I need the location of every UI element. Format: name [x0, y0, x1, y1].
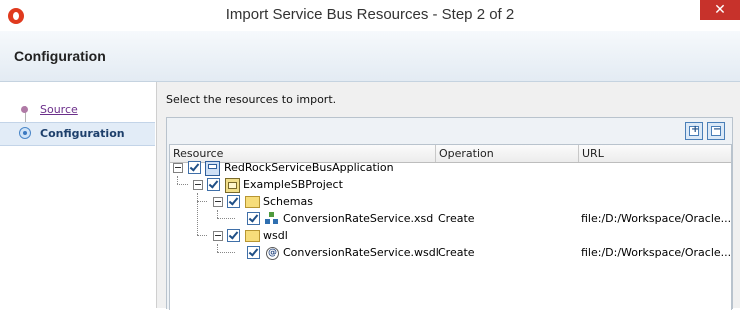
nav-item-source-label[interactable]: Source — [40, 103, 78, 116]
operation-value: Create — [438, 212, 475, 225]
wizard-nav: Source Configuration — [0, 82, 157, 308]
include-checkbox[interactable] — [247, 212, 260, 225]
collapse-node-icon[interactable] — [173, 163, 183, 173]
table-row[interactable]: RedRockServiceBusApplication — [170, 159, 731, 176]
table-row[interactable]: ExampleSBProject — [170, 176, 731, 193]
table-row[interactable]: @ ConversionRateService.wsdl Create file… — [170, 244, 731, 261]
expand-all-icon: + — [691, 124, 700, 135]
collapse-node-icon[interactable] — [213, 197, 223, 207]
operation-value: Create — [438, 246, 475, 259]
resource-name: RedRockServiceBusApplication — [224, 161, 394, 174]
resource-name: ConversionRateService.xsd — [283, 212, 434, 225]
title-bar: Import Service Bus Resources - Step 2 of… — [0, 0, 740, 32]
include-checkbox[interactable] — [247, 246, 260, 259]
resource-name: Schemas — [263, 195, 313, 208]
include-checkbox[interactable] — [227, 229, 240, 242]
project-icon — [225, 178, 240, 193]
url-value: file:/D:/Workspace/Oracle... — [581, 212, 732, 225]
wsdl-icon: @ — [266, 247, 279, 260]
include-checkbox[interactable] — [188, 161, 201, 174]
page-title: Configuration — [14, 48, 106, 64]
collapse-all-button[interactable]: − — [707, 122, 725, 140]
include-checkbox[interactable] — [207, 178, 220, 191]
resource-name: ExampleSBProject — [243, 178, 343, 191]
instructions-text: Select the resources to import. — [166, 93, 337, 106]
table-row[interactable]: wsdl — [170, 227, 731, 244]
collapse-all-icon: − — [713, 124, 722, 135]
table-row[interactable]: Schemas — [170, 193, 731, 210]
collapse-node-icon[interactable] — [213, 231, 223, 241]
page-header: Configuration — [0, 31, 740, 82]
close-button[interactable]: ✕ — [700, 0, 740, 20]
include-checkbox[interactable] — [227, 195, 240, 208]
step-visited-icon — [21, 106, 28, 113]
resource-name: wsdl — [263, 229, 288, 242]
table-row[interactable]: ConversionRateService.xsd Create file:/D… — [170, 210, 731, 227]
expand-all-button[interactable]: + — [685, 122, 703, 140]
application-icon — [205, 161, 220, 176]
collapse-node-icon[interactable] — [193, 180, 203, 190]
url-value: file:/D:/Workspace/Oracle... — [581, 246, 732, 259]
step-current-icon — [19, 127, 31, 139]
nav-item-source[interactable]: Source — [0, 99, 155, 121]
resource-name: ConversionRateService.wsdl — [283, 246, 439, 259]
folder-icon — [245, 230, 260, 242]
resource-panel: + − Resource Operation URL RedRockServic… — [166, 117, 733, 310]
folder-icon — [245, 196, 260, 208]
window-title: Import Service Bus Resources - Step 2 of… — [225, 6, 515, 23]
main-content: Select the resources to import. + − Reso… — [157, 82, 740, 310]
xsd-schema-icon — [265, 212, 278, 225]
nav-item-configuration[interactable]: Configuration — [0, 122, 155, 146]
nav-item-configuration-label: Configuration — [40, 127, 125, 140]
resource-tree-table: Resource Operation URL RedRockServiceBus… — [169, 144, 732, 310]
